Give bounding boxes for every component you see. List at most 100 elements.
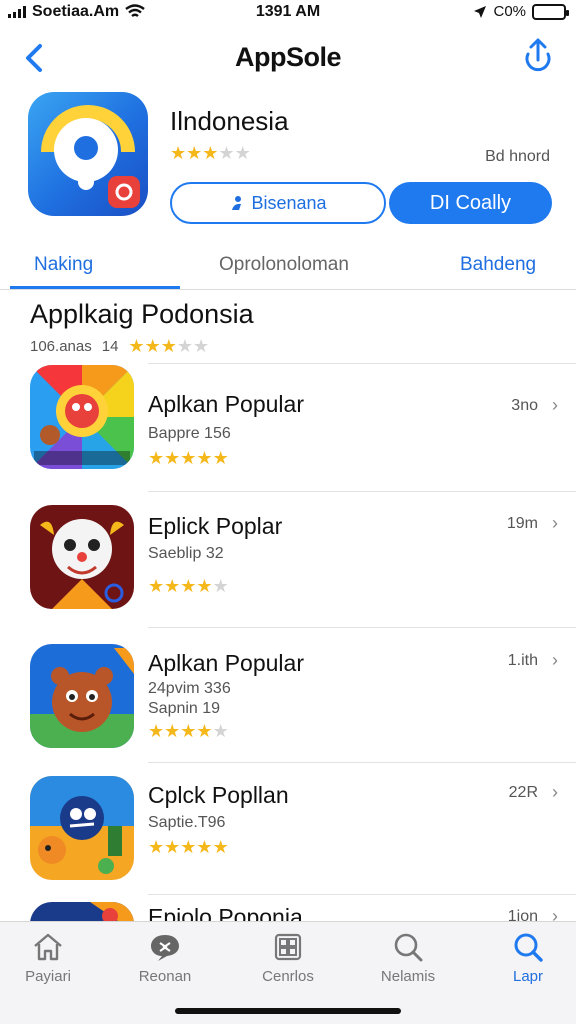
tab-selection-indicator — [10, 286, 180, 289]
tab-right[interactable]: Bahdeng — [460, 254, 536, 276]
chevron-right-icon: › — [552, 513, 558, 533]
tabbar-label: Reonan — [138, 968, 192, 985]
section-meta: 106.anas 14 ★★★★★ — [30, 337, 209, 356]
list-item-rating: ★★★★★ — [148, 722, 229, 742]
primary-action-button[interactable]: DI Coally — [389, 182, 552, 224]
app-thumbnail-monster — [30, 644, 134, 748]
list-item-rating: ★★★★★ — [148, 449, 229, 469]
home-icon — [34, 933, 62, 961]
row-divider — [148, 491, 576, 492]
app-list-section: Applkaig Podonsia 106.anas 14 ★★★★★ Aplk… — [6, 291, 576, 921]
tabbar-item-grid[interactable]: Cenrlos — [240, 932, 336, 985]
list-item-rating: ★★★★★ — [148, 838, 229, 858]
location-arrow-icon — [474, 5, 487, 18]
star-icon: ★ — [148, 837, 165, 857]
list-item[interactable]: Epiolo Poponia 1ion › — [6, 894, 576, 921]
star-icon: ★ — [196, 576, 213, 596]
list-item-rating: ★★★★★ — [148, 577, 229, 597]
row-divider — [148, 363, 576, 364]
tabbar-item-magnifier[interactable]: Nelamis — [360, 932, 456, 985]
star-icon: ★ — [176, 336, 193, 356]
list-item[interactable]: Cplck Popllan Saptie.T96 ★★★★★ 22R › — [6, 762, 576, 894]
star-icon: ★ — [234, 143, 251, 163]
star-icon: ★ — [148, 448, 165, 468]
list-item-subtitle: Bappre 156 — [148, 425, 231, 442]
list-item[interactable]: Aplkan Popular Bappre 156 ★★★★★ 3no › — [6, 363, 576, 483]
list-item-title: Eplick Poplar — [148, 513, 283, 539]
tabbar-item-chat[interactable]: Reonan — [117, 932, 213, 985]
secondary-action-button[interactable]: Bisenana — [170, 182, 386, 224]
grid-icon — [274, 933, 302, 961]
star-icon: ★ — [128, 336, 145, 356]
star-icon: ★ — [164, 576, 181, 596]
tabbar-item-home[interactable]: Payiari — [0, 932, 96, 985]
segment-tabs: Naking Oprolonoloman Bahdeng — [0, 244, 576, 290]
app-meta: Bd hnord — [485, 148, 550, 165]
search-icon — [514, 933, 543, 962]
section-number: 14 — [101, 338, 119, 355]
list-item-size: 1ion — [507, 908, 538, 921]
magnifier-icon — [394, 933, 423, 962]
star-icon: ★ — [186, 143, 203, 163]
list-item-title: Epiolo Poponia — [148, 904, 303, 921]
person-icon — [232, 196, 242, 210]
star-icon: ★ — [212, 837, 229, 857]
battery-icon — [532, 3, 569, 20]
tabbar-label: Nelamis — [380, 968, 436, 985]
star-icon: ★ — [144, 336, 161, 356]
status-right: C0% — [473, 3, 569, 20]
star-icon: ★ — [164, 721, 181, 741]
list-item-title: Aplkan Popular — [148, 391, 304, 417]
star-icon: ★ — [212, 448, 229, 468]
star-icon: ★ — [212, 721, 229, 741]
page-title: AppSole — [234, 42, 342, 72]
star-icon: ★ — [148, 721, 165, 741]
star-icon: ★ — [164, 837, 181, 857]
app-icon — [28, 92, 148, 216]
tabbar-label: Payiari — [25, 968, 71, 985]
chevron-right-icon: › — [552, 906, 558, 921]
battery-label: C0% — [493, 3, 526, 20]
list-item[interactable]: Aplkan Popular 24pvim 336 Sapnin 19 ★★★★… — [6, 627, 576, 767]
tab-left[interactable]: Naking — [34, 254, 93, 276]
app-name: Ilndonesia — [170, 106, 289, 136]
list-item-title: Cplck Popllan — [148, 782, 289, 808]
chat-icon — [151, 935, 179, 961]
section-rating: ★★★★★ — [128, 337, 209, 356]
star-icon: ★ — [212, 576, 229, 596]
star-icon: ★ — [196, 837, 213, 857]
star-icon: ★ — [196, 721, 213, 741]
tabbar-item-search[interactable]: Lapr — [480, 932, 576, 985]
star-icon: ★ — [180, 837, 197, 857]
list-item-subtitle: Saptie.T96 — [148, 814, 226, 831]
app-thumbnail-clown — [30, 505, 134, 609]
list-item[interactable]: Eplick Poplar Saeblip 32 ★★★★★ 19m › — [6, 491, 576, 628]
chevron-right-icon: › — [552, 650, 558, 670]
list-item-subtitle: 24pvim 336 — [148, 680, 231, 697]
share-icon[interactable] — [518, 36, 558, 76]
tabbar-label: Lapr — [512, 968, 544, 985]
chevron-right-icon: › — [552, 395, 558, 415]
row-divider — [148, 762, 576, 763]
list-item-size: 22R — [508, 784, 538, 801]
section-title: Applkaig Podonsia — [30, 299, 254, 329]
tab-middle[interactable]: Oprolonoloman — [219, 254, 349, 276]
status-bar: Soetiaa.Am 1391 AM C0% — [0, 0, 576, 26]
app-thumbnail-bird — [30, 776, 134, 880]
star-icon: ★ — [160, 336, 177, 356]
section-count: 106.anas — [30, 338, 92, 355]
star-icon: ★ — [180, 576, 197, 596]
chevron-right-icon: › — [552, 782, 558, 802]
list-item-size: 1.ith — [507, 652, 538, 669]
secondary-action-label: Bisenana — [251, 192, 327, 213]
star-icon: ★ — [180, 448, 197, 468]
list-item-size: 3no — [511, 397, 538, 414]
list-item-size: 19m — [506, 515, 538, 532]
app-thumbnail-partial — [30, 902, 134, 921]
list-item-title: Aplkan Popular — [148, 650, 304, 676]
navigation-bar: AppSole — [0, 30, 576, 86]
star-icon: ★ — [202, 143, 219, 163]
star-icon: ★ — [164, 448, 181, 468]
bottom-tab-bar: Payiari Reonan Cenrlos Nelamis Lapr — [0, 921, 576, 1024]
star-icon: ★ — [170, 143, 187, 163]
